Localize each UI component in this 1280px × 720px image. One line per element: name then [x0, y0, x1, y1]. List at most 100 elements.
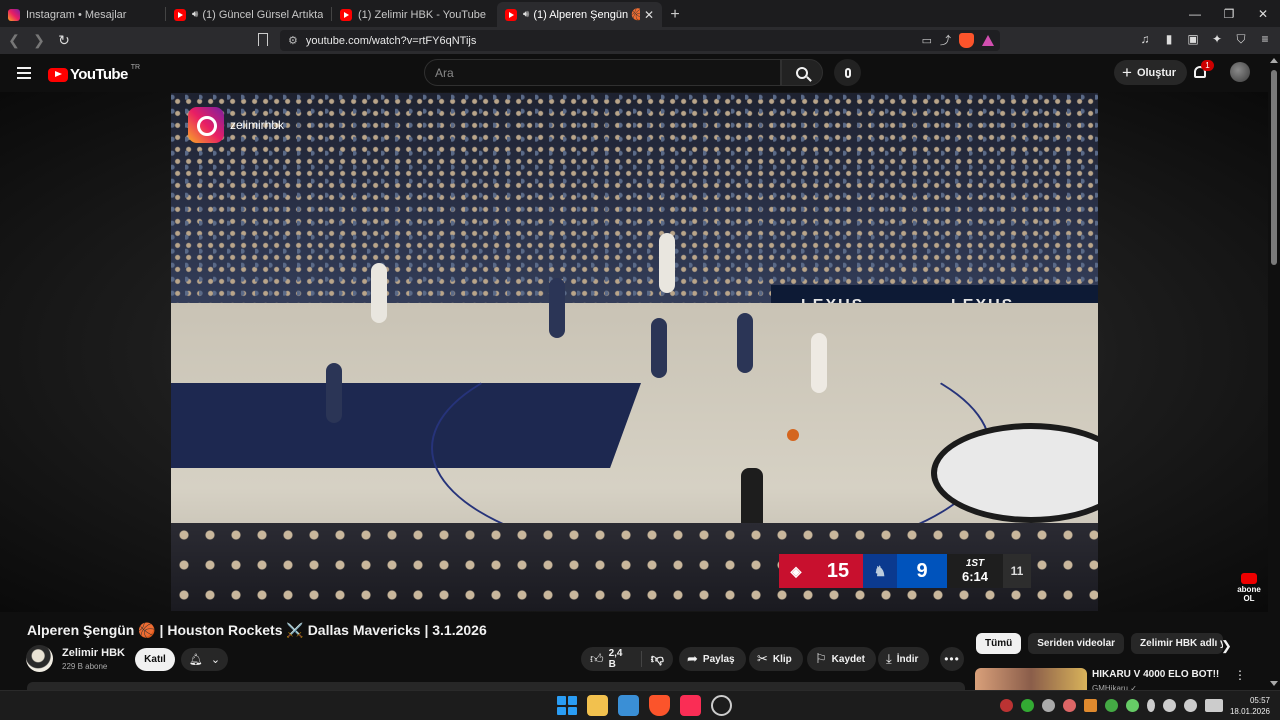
- scoreboard: ◈ 15 ♞ 9 1ST 6:14 11: [779, 554, 1031, 588]
- close-tab-icon[interactable]: ✕: [644, 8, 654, 22]
- badge-line-2: OL: [1243, 594, 1255, 603]
- youtube-logo[interactable]: YouTube TR: [48, 64, 140, 83]
- save-button[interactable]: ⚐ Kaydet: [807, 647, 877, 671]
- back-icon[interactable]: ❮: [3, 30, 25, 52]
- tray-app-icon[interactable]: [1042, 699, 1055, 712]
- notifications-button[interactable]: 1: [1192, 60, 1214, 82]
- taskbar-apps: [556, 695, 732, 716]
- volume-icon[interactable]: [1184, 699, 1197, 712]
- site-settings-icon[interactable]: ⚙︎: [288, 34, 298, 47]
- create-button[interactable]: + Oluştur: [1114, 60, 1188, 85]
- tab-title: (1) Alperen Şengün 🏀 | Hous: [533, 9, 640, 21]
- chip-all[interactable]: Tümü: [976, 633, 1022, 654]
- kebab-menu-icon[interactable]: ⋮: [1234, 668, 1246, 682]
- game-clock: 1ST 6:14: [947, 554, 1003, 588]
- subscribe-overlay-badge[interactable]: abone OL: [1236, 573, 1262, 603]
- clock-time: 05:57: [1249, 696, 1270, 705]
- like-button[interactable]: 👍︎ 2,4 B: [581, 648, 642, 670]
- youtube-icon: [174, 8, 186, 21]
- account-avatar[interactable]: [1230, 62, 1250, 82]
- guide-menu-icon[interactable]: [17, 67, 31, 79]
- new-tab-button[interactable]: +: [662, 2, 688, 27]
- reload-icon[interactable]: ↻: [53, 30, 75, 52]
- bookmark-icon[interactable]: [258, 33, 268, 50]
- cast-icon[interactable]: ▭: [922, 34, 932, 47]
- dislike-button[interactable]: 👎︎: [642, 651, 673, 667]
- page-scrollbar[interactable]: [1268, 54, 1280, 690]
- battery-icon[interactable]: [1205, 699, 1223, 712]
- clock-date: 18.01.2026: [1229, 707, 1270, 716]
- brave-browser-icon[interactable]: [649, 695, 670, 716]
- forward-icon[interactable]: ❯: [28, 30, 50, 52]
- chip-channel-uploads[interactable]: Zelimir HBK adlı yükle: [1131, 633, 1224, 654]
- shot-clock: 11: [1003, 554, 1031, 588]
- video-player[interactable]: LEXUS LEXUS zelimirhbk ◈ 15 ♞ 9 1ST 6:14…: [171, 93, 1098, 611]
- address-bar[interactable]: ⚙︎ youtube.com/watch?v=rtFY6qNTijs ▭ ⤴: [280, 30, 1000, 51]
- chip-series[interactable]: Seriden videolar: [1028, 633, 1125, 654]
- player-figure: [549, 278, 565, 338]
- steam-icon[interactable]: [711, 695, 732, 716]
- tab-youtube-gursel[interactable]: 🔊︎ (1) Güncel Gürsel Artıktay - Uzak: [166, 2, 331, 27]
- scroll-thumb[interactable]: [1271, 70, 1277, 265]
- window-controls: — ❐ ✕: [1178, 0, 1280, 27]
- file-explorer-icon[interactable]: [587, 695, 608, 716]
- search-button[interactable]: [781, 59, 823, 86]
- leo-ai-icon[interactable]: ✦: [1210, 32, 1224, 46]
- recommendation-title[interactable]: HIKARU V 4000 ELO BOT!!: [1092, 669, 1219, 680]
- start-icon[interactable]: [556, 695, 577, 716]
- vpn-icon[interactable]: ⛉: [1234, 32, 1248, 46]
- subscribe-notifications-button[interactable]: 🔔︎ ⌄: [181, 648, 228, 671]
- scroll-up-icon[interactable]: [1270, 58, 1278, 63]
- menu-icon[interactable]: ≡: [1258, 32, 1272, 46]
- chevron-right-icon[interactable]: ❯: [1221, 638, 1232, 654]
- badge-line-1: abone: [1237, 585, 1261, 594]
- share-button[interactable]: ➦ Paylaş: [679, 647, 746, 671]
- music-icon[interactable]: [680, 695, 701, 716]
- tab-youtube-channel[interactable]: (1) Zelimir HBK - YouTube: [332, 2, 497, 27]
- save-label: Kaydet: [831, 653, 866, 665]
- clip-button[interactable]: ✂ Klip: [749, 647, 803, 671]
- tray-app-icon[interactable]: [1063, 699, 1076, 712]
- microphone-icon[interactable]: [1147, 699, 1155, 712]
- recommendation-thumbnail[interactable]: [975, 668, 1087, 690]
- tray-app-icon[interactable]: [1126, 699, 1139, 712]
- channel-avatar[interactable]: [26, 645, 53, 672]
- media-icon[interactable]: ♫: [1138, 32, 1152, 46]
- tab-youtube-video[interactable]: 🔊︎ (1) Alperen Şengün 🏀 | Hous ✕: [497, 2, 662, 27]
- player-figure: [651, 318, 667, 378]
- search-icon: [796, 66, 808, 79]
- download-button[interactable]: ⤓ İndir: [878, 647, 930, 671]
- download-label: İndir: [896, 653, 919, 665]
- brave-shields-icon[interactable]: [959, 32, 974, 48]
- sidebar-icon[interactable]: ▮: [1162, 32, 1176, 46]
- close-window-icon[interactable]: ✕: [1246, 0, 1280, 27]
- tray-app-icon[interactable]: [1021, 699, 1034, 712]
- tray-app-icon[interactable]: [1000, 699, 1013, 712]
- scroll-down-icon[interactable]: [1270, 681, 1278, 686]
- tab-instagram[interactable]: Instagram • Mesajlar: [0, 2, 165, 27]
- minimize-icon[interactable]: —: [1178, 0, 1212, 27]
- instagram-icon: [8, 8, 20, 21]
- rockets-logo-icon: ◈: [779, 554, 813, 588]
- channel-name[interactable]: Zelimir HBK: [62, 647, 125, 659]
- plus-icon: +: [1122, 62, 1132, 82]
- tray-app-icon[interactable]: [1084, 699, 1097, 712]
- speaker-icon[interactable]: 🔊︎: [192, 9, 198, 20]
- join-button[interactable]: Katıl: [135, 648, 175, 671]
- description-box[interactable]: [27, 682, 965, 690]
- wallet-icon[interactable]: ▣: [1186, 32, 1200, 46]
- network-icon[interactable]: [1163, 699, 1176, 712]
- quarter: 1ST: [965, 558, 985, 569]
- search-input[interactable]: Ara: [424, 59, 781, 86]
- taskbar-clock[interactable]: 05:57 18.01.2026: [1222, 695, 1270, 717]
- brave-rewards-icon[interactable]: [982, 34, 994, 46]
- more-actions-icon[interactable]: •••: [940, 647, 964, 671]
- photos-icon[interactable]: [618, 695, 639, 716]
- speaker-icon[interactable]: 🔊︎: [523, 9, 529, 20]
- mavericks-logo-icon: ♞: [863, 554, 897, 588]
- tray-app-icon[interactable]: [1105, 699, 1118, 712]
- voice-search-button[interactable]: [834, 59, 861, 86]
- restore-icon[interactable]: ❐: [1212, 0, 1246, 27]
- url-text: youtube.com/watch?v=rtFY6qNTijs: [305, 34, 477, 47]
- share-icon[interactable]: ⤴: [940, 32, 951, 48]
